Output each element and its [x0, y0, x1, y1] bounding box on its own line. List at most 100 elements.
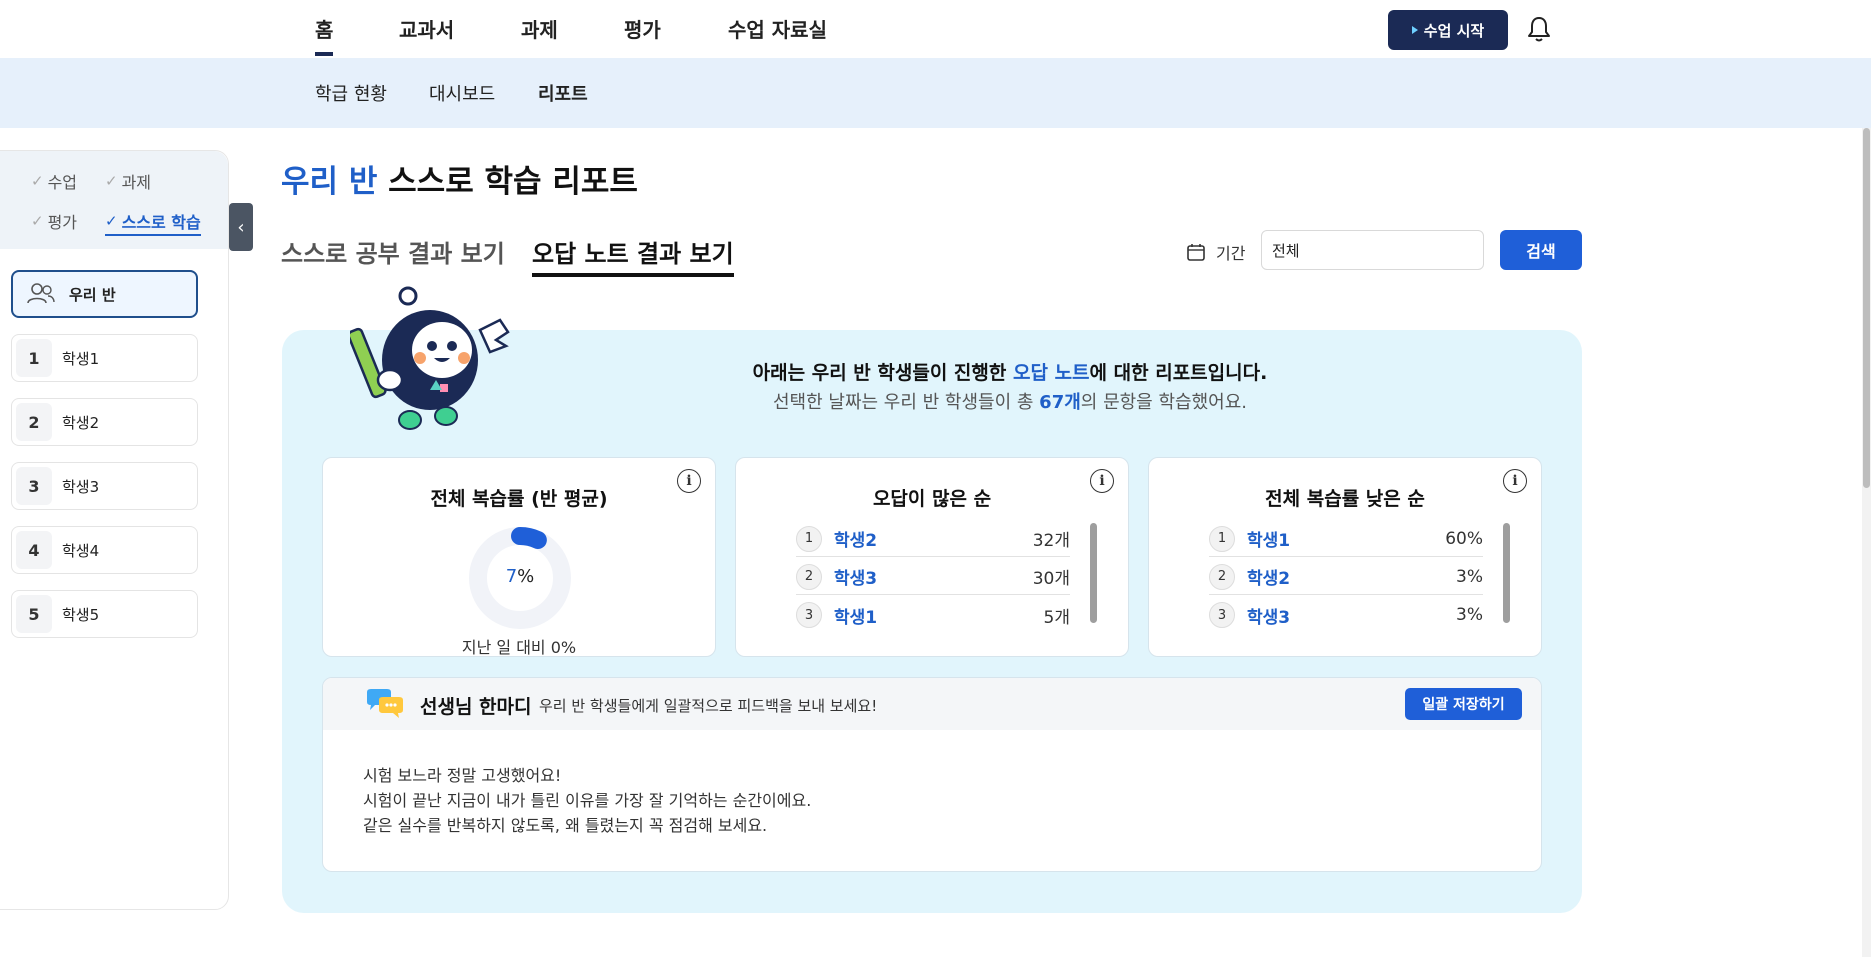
tab-evaluation[interactable]: 평가 [624, 14, 661, 43]
card-title: 전체 복습률 낮은 순 [1265, 488, 1425, 510]
tab-self-study-results[interactable]: 스스로 공부 결과 보기 [281, 234, 505, 269]
rank-value: 5개 [1043, 607, 1070, 628]
intro-text: 에 대한 리포트입니다. [1089, 362, 1268, 384]
sidebar-item-student-5[interactable]: 5 학생5 [11, 590, 198, 638]
top-navigation: 홈 교과서 과제 평가 수업 자료실 수업 시작 [0, 0, 1871, 58]
tab-assignment[interactable]: 과제 [521, 14, 558, 43]
review-rate-value: 7% [465, 566, 575, 587]
info-icon[interactable]: i [677, 469, 701, 493]
list-item[interactable]: 2 학생3 30개 [796, 559, 1070, 595]
filter-evaluation[interactable]: ✓ 평가 [31, 209, 77, 233]
rank-badge: 1 [1209, 525, 1235, 552]
sidebar-collapse-button[interactable]: ‹ [229, 203, 253, 251]
card-title: 오답이 많은 순 [872, 488, 992, 510]
filter-label: 과제 [121, 173, 152, 192]
info-icon[interactable]: i [1503, 469, 1527, 493]
sidebar: ✓ 수업 ✓ 과제 ✓ 평가 ✓ 스스로 학습 우리 반 1 학생1 2 학생2 [0, 150, 229, 910]
student-name: 학생4 [62, 541, 100, 560]
mascot-illustration [350, 286, 510, 430]
check-icon: ✓ [31, 172, 44, 190]
comment-description: 우리 반 학생들에게 일괄적으로 피드백을 보내 보세요! [539, 697, 878, 715]
check-icon: ✓ [105, 172, 118, 190]
student-number: 4 [16, 531, 52, 569]
intro-text: 선택한 날짜는 우리 반 학생들이 총 [773, 392, 1040, 413]
rank-student-link[interactable]: 학생2 [834, 526, 1033, 551]
title-highlight: 우리 반 [281, 164, 378, 200]
filter-class[interactable]: ✓ 수업 [31, 169, 77, 193]
student-number: 1 [16, 339, 52, 377]
intro-text: 아래는 우리 반 학생들이 진행한 [752, 362, 1013, 384]
tab-wrong-note-results[interactable]: 오답 노트 결과 보기 [532, 234, 734, 277]
student-number: 3 [16, 467, 52, 505]
rank-student-link[interactable]: 학생1 [834, 603, 1044, 628]
student-number: 5 [16, 595, 52, 633]
filter-assignment[interactable]: ✓ 과제 [105, 169, 151, 193]
sidebar-item-student-3[interactable]: 3 학생3 [11, 462, 198, 510]
list-item[interactable]: 3 학생1 5개 [796, 597, 1070, 633]
sidebar-item-student-1[interactable]: 1 학생1 [11, 334, 198, 382]
rank-badge: 2 [1209, 563, 1235, 590]
period-label: 기간 [1186, 240, 1245, 264]
comment-line: 시험 보느라 정말 고생했어요! [363, 766, 562, 785]
sidebar-item-student-4[interactable]: 4 학생4 [11, 526, 198, 574]
rank-student-link[interactable]: 학생3 [834, 564, 1033, 589]
comment-title: 선생님 한마디 [420, 696, 532, 718]
list-item[interactable]: 2 학생2 3% [1209, 559, 1483, 595]
info-icon[interactable]: i [1090, 469, 1114, 493]
calendar-icon [1187, 244, 1205, 261]
rank-student-link[interactable]: 학생1 [1247, 526, 1445, 551]
rank-value: 32개 [1032, 531, 1070, 551]
student-name: 학생2 [62, 413, 100, 432]
rank-badge: 2 [796, 563, 822, 590]
comment-line: 같은 실수를 반복하지 않도록, 왜 틀렸는지 꼭 점검해 보세요. [363, 816, 768, 835]
review-rate-unit: % [517, 566, 535, 587]
play-icon [1411, 26, 1418, 34]
rank-badge: 3 [1209, 602, 1235, 628]
intro-count: 67개 [1039, 392, 1081, 413]
filter-self-study[interactable]: ✓ 스스로 학습 [105, 209, 201, 236]
card-scrollbar[interactable] [1090, 523, 1097, 623]
intro-highlight: 오답 노트 [1013, 362, 1090, 384]
card-title: 전체 복습률 (반 평균) [430, 488, 608, 510]
check-icon: ✓ [31, 212, 44, 230]
report-intro-line2: 선택한 날짜는 우리 반 학생들이 총 67개의 문항을 학습했어요. [773, 388, 1247, 414]
class-name: 우리 반 [69, 285, 116, 304]
tab-textbook[interactable]: 교과서 [399, 14, 454, 43]
rank-student-link[interactable]: 학생3 [1247, 603, 1456, 628]
report-intro-line1: 아래는 우리 반 학생들이 진행한 오답 노트에 대한 리포트입니다. [753, 358, 1268, 385]
filter-label: 수업 [47, 173, 78, 192]
start-class-button[interactable]: 수업 시작 [1388, 10, 1508, 50]
save-all-button[interactable]: 일괄 저장하기 [1405, 688, 1522, 720]
student-number: 2 [16, 403, 52, 441]
comment-text[interactable]: 시험 보느라 정말 고생했어요! 시험이 끝난 지금이 내가 틀린 이유를 가장… [363, 763, 811, 838]
card-scrollbar[interactable] [1503, 523, 1510, 623]
rank-student-link[interactable]: 학생2 [1247, 564, 1456, 589]
page-scrollbar-thumb[interactable] [1863, 128, 1870, 488]
sub-navigation: 학급 현황 대시보드 리포트 [0, 58, 1871, 128]
sidebar-item-our-class[interactable]: 우리 반 [11, 270, 198, 318]
comment-line: 시험이 끝난 지금이 내가 틀린 이유를 가장 잘 기억하는 순간이에요. [363, 791, 812, 810]
bell-icon[interactable] [1524, 14, 1554, 44]
sidebar-item-student-2[interactable]: 2 학생2 [11, 398, 198, 446]
period-label-text: 기간 [1216, 244, 1246, 263]
tab-home[interactable]: 홈 [315, 14, 334, 56]
rank-badge: 3 [796, 602, 822, 628]
teacher-comment-box: 선생님 한마디 우리 반 학생들에게 일괄적으로 피드백을 보내 보세요! 일괄… [322, 677, 1542, 872]
list-item[interactable]: 3 학생3 3% [1209, 597, 1483, 633]
title-rest: 스스로 학습 리포트 [377, 164, 638, 200]
subnav-report[interactable]: 리포트 [538, 80, 588, 106]
start-class-label: 수업 시작 [1423, 21, 1485, 40]
list-item[interactable]: 1 학생1 60% [1209, 521, 1483, 557]
card-most-wrong: 오답이 많은 순 i 1 학생2 32개 2 학생3 30개 3 학생1 5개 [735, 457, 1129, 657]
subnav-dashboard[interactable]: 대시보드 [429, 80, 495, 106]
filter-label: 스스로 학습 [121, 213, 201, 232]
period-input[interactable] [1261, 230, 1484, 270]
list-item[interactable]: 1 학생2 32개 [796, 521, 1070, 557]
subnav-class-status[interactable]: 학급 현황 [315, 80, 387, 106]
review-rate-compare: 지난 일 대비 0% [461, 638, 577, 657]
chevron-left-icon: ‹ [237, 216, 245, 238]
student-name: 학생5 [62, 605, 100, 624]
search-button[interactable]: 검색 [1500, 230, 1582, 270]
page-title: 우리 반 스스로 학습 리포트 [281, 156, 638, 201]
tab-class-materials[interactable]: 수업 자료실 [728, 14, 827, 43]
